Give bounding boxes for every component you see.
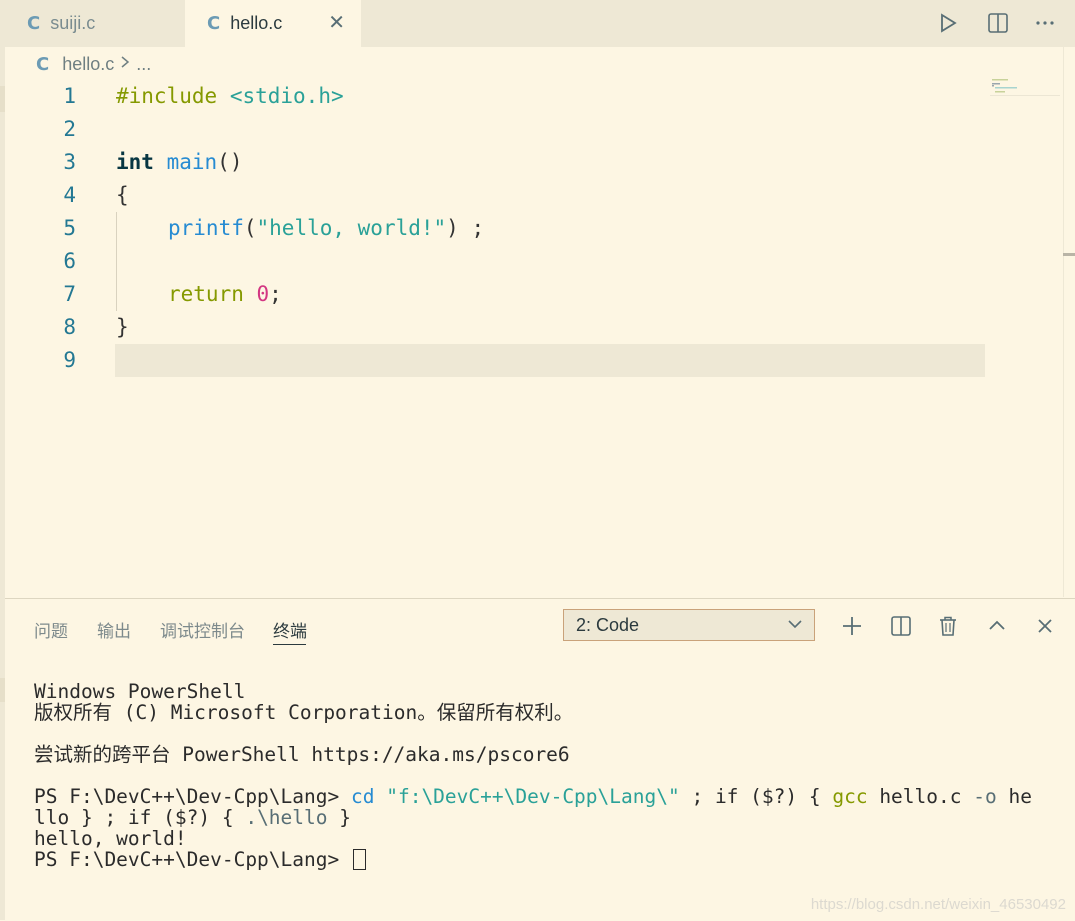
- terminal-line: 尝试新的跨平台 PowerShell https://aka.ms/pscore…: [34, 743, 570, 766]
- editor-tab-bar: C suiji.c C hello.c ✕: [0, 0, 1075, 47]
- code-line-5: 5 printf("hello, world!") ;: [5, 212, 995, 245]
- c-file-icon: C: [27, 13, 41, 34]
- prompt: PS F:\DevC++\Dev-Cpp\Lang>: [34, 848, 351, 871]
- terminal-line: Windows PowerShell: [34, 680, 246, 703]
- line-number: 8: [63, 315, 76, 339]
- terminal-prompt-line: PS F:\DevC++\Dev-Cpp\Lang>: [34, 849, 1032, 870]
- string-literal: "hello, world!": [256, 216, 447, 240]
- open-brace: {: [116, 183, 129, 207]
- maximize-panel-icon[interactable]: [984, 613, 1010, 639]
- paren-open: (: [243, 216, 257, 240]
- cmd-text: }: [327, 806, 351, 829]
- code-line-7: 7 return 0;: [5, 278, 995, 311]
- prompt: PS F:\DevC++\Dev-Cpp\Lang>: [34, 785, 351, 808]
- cmd-cd: cd: [350, 785, 375, 808]
- code-line-8: 8 }: [5, 311, 995, 344]
- return-keyword: return: [168, 282, 244, 306]
- terminal-line: hello, world!: [34, 827, 187, 850]
- terminal-output[interactable]: Windows PowerShell 版权所有 (C) Microsoft Cor…: [34, 660, 1032, 870]
- include-header: <stdio.h>: [229, 84, 344, 108]
- minimap[interactable]: [990, 78, 1060, 98]
- code-line-6: 6: [5, 245, 995, 278]
- tab-problems[interactable]: 问题: [34, 617, 68, 642]
- cmd-exec: .\hello: [245, 806, 328, 829]
- terminal-command-line: PS F:\DevC++\Dev-Cpp\Lang> cd "f:\DevC++…: [34, 786, 1032, 807]
- chevron-right-icon: [120, 55, 130, 74]
- tab-label: suiji.c: [50, 13, 96, 33]
- terminal-command-line: llo } ; if ($?) { .\hello }: [34, 807, 1032, 828]
- new-terminal-icon[interactable]: [839, 613, 865, 639]
- scrollbar-thumb[interactable]: [1063, 253, 1075, 256]
- line-number: 7: [63, 282, 76, 306]
- watermark: https://blog.csdn.net/weixin_46530492: [810, 896, 1066, 913]
- code-line-2: 2: [5, 113, 995, 146]
- code-line-9: 9: [5, 344, 995, 377]
- code-line-3: 3 int main(): [5, 146, 995, 179]
- close-brace: }: [116, 315, 129, 339]
- more-actions-icon[interactable]: [1030, 8, 1060, 38]
- tab-label: hello.c: [230, 13, 283, 33]
- cmd-file: hello.c: [867, 785, 974, 808]
- close-icon[interactable]: ✕: [328, 10, 345, 34]
- parens: (): [217, 150, 243, 174]
- cmd-text: llo } ; if ($?) {: [34, 806, 246, 829]
- line-number: 6: [63, 249, 76, 273]
- bottom-panel: 问题 输出 调试控制台 终端 2: Code Windows PowerShel…: [5, 598, 1075, 921]
- line-number: 9: [63, 348, 76, 372]
- breadcrumb: C hello.c ...: [36, 52, 151, 76]
- line-number: 2: [63, 117, 76, 141]
- c-file-icon: C: [207, 13, 221, 34]
- line-number: 3: [63, 150, 76, 174]
- c-file-icon: C: [36, 53, 50, 75]
- chevron-down-icon: [786, 615, 804, 638]
- tab-terminal[interactable]: 终端: [273, 617, 307, 642]
- terminal-cursor: [352, 849, 366, 870]
- trash-icon[interactable]: [935, 613, 961, 639]
- cmd-gcc: gcc: [832, 785, 868, 808]
- line-number: 1: [63, 84, 76, 108]
- line-number: 4: [63, 183, 76, 207]
- code-line-1: 1 #include <stdio.h>: [5, 80, 995, 113]
- code-line-4: 4 {: [5, 179, 995, 212]
- function-name: main: [166, 150, 218, 174]
- active-tab-indicator: [273, 644, 306, 645]
- split-terminal-icon[interactable]: [888, 613, 914, 639]
- cmd-text: he: [996, 785, 1032, 808]
- number-literal: 0: [256, 282, 270, 306]
- function-call: printf: [168, 216, 244, 240]
- tab-output[interactable]: 输出: [97, 617, 131, 642]
- type-keyword: int: [116, 150, 154, 174]
- close-panel-icon[interactable]: [1032, 613, 1058, 639]
- paren-close: ) ;: [446, 216, 485, 240]
- cmd-path: "f:\DevC++\Dev-Cpp\Lang\": [386, 785, 680, 808]
- terminal-selector-value: 2: Code: [576, 614, 640, 635]
- terminal-line: 版权所有 (C) Microsoft Corporation。保留所有权利。: [34, 701, 574, 724]
- breadcrumb-file[interactable]: hello.c: [62, 54, 114, 75]
- cmd-text: ; if ($?) {: [679, 785, 833, 808]
- tab-suiji-c[interactable]: C suiji.c: [5, 0, 183, 47]
- code-editor[interactable]: 1 #include <stdio.h> 2 3 int main() 4 { …: [5, 80, 1065, 595]
- split-editor-icon[interactable]: [983, 8, 1013, 38]
- tab-hello-c[interactable]: C hello.c ✕: [185, 0, 361, 47]
- run-icon[interactable]: [933, 8, 963, 38]
- line-number: 5: [63, 216, 76, 240]
- tab-debug-console[interactable]: 调试控制台: [160, 617, 245, 642]
- editor-scrollbar-track[interactable]: [1063, 47, 1064, 597]
- terminal-selector-dropdown[interactable]: 2: Code: [563, 609, 815, 641]
- semicolon: ;: [269, 282, 282, 306]
- cmd-flag: -o: [973, 785, 997, 808]
- preprocessor-directive: #include: [116, 84, 218, 108]
- breadcrumb-more[interactable]: ...: [136, 54, 151, 75]
